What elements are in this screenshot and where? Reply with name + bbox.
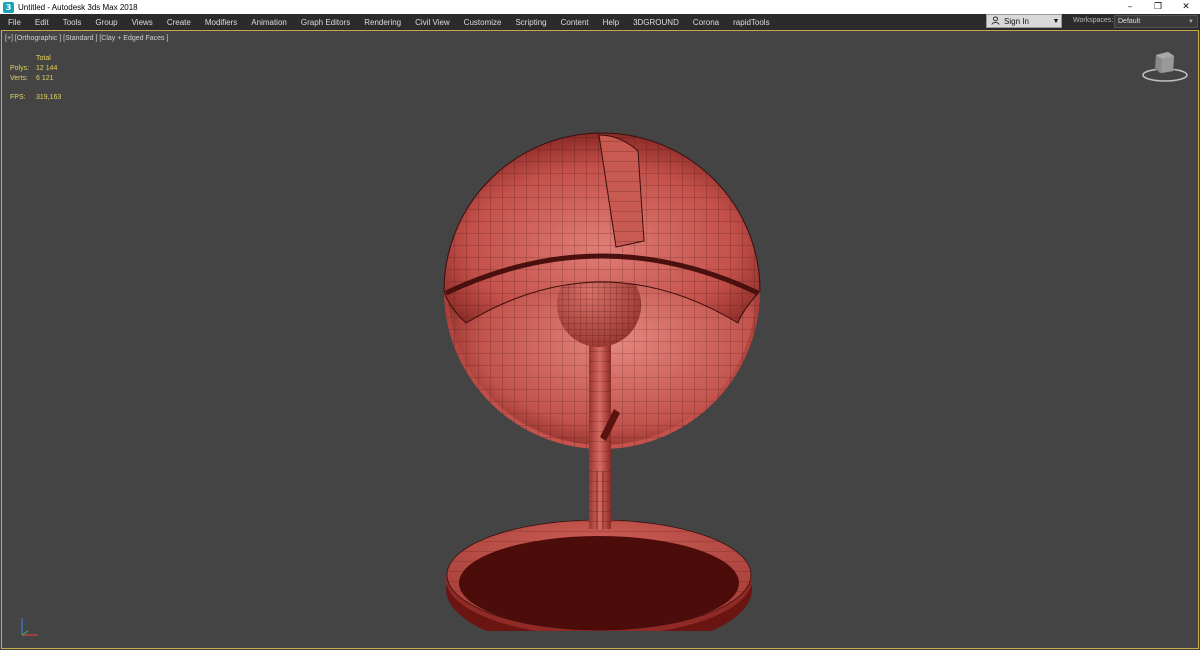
- sign-in-label: Sign In: [1004, 16, 1029, 26]
- stats-verts-label: Verts:: [10, 75, 28, 82]
- workspaces-label: Workspaces:: [1073, 17, 1114, 24]
- menu-item-civil-view[interactable]: Civil View: [408, 18, 457, 27]
- menu-item-rapidtools[interactable]: rapidTools: [726, 18, 776, 27]
- menu-item-scripting[interactable]: Scripting: [508, 18, 553, 27]
- chevron-down-icon: ▼: [1188, 18, 1194, 25]
- minimize-icon: –: [1127, 2, 1133, 12]
- app-icon[interactable]: 3: [3, 1, 14, 13]
- menu-item-content[interactable]: Content: [554, 18, 596, 27]
- viewport-label[interactable]: [+] [Orthographic ] [Standard ] [Clay + …: [5, 35, 168, 42]
- stats-fps-label: FPS:: [10, 94, 26, 101]
- axis-tripod-icon: [21, 618, 38, 636]
- window-title: Untitled - Autodesk 3ds Max 2018: [18, 2, 138, 12]
- stats-header: Total: [36, 55, 51, 62]
- stats-polys-label: Polys:: [10, 65, 30, 72]
- menu-item-help[interactable]: Help: [596, 18, 626, 27]
- menu-item-corona[interactable]: Corona: [686, 18, 726, 27]
- menu-item-customize[interactable]: Customize: [457, 18, 509, 27]
- menu-item-3dground[interactable]: 3DGROUND: [626, 18, 686, 27]
- minimize-button[interactable]: –: [1116, 0, 1144, 14]
- menu-item-edit[interactable]: Edit: [28, 18, 56, 27]
- menu-item-tools[interactable]: Tools: [56, 18, 89, 27]
- workspaces-value: Default: [1118, 18, 1141, 25]
- title-bar: 3 Untitled - Autodesk 3ds Max 2018 – ❐ ✕: [0, 0, 1200, 14]
- stats-polys-row: Polys: 12 144: [10, 64, 57, 74]
- sign-in-dropdown[interactable]: Sign In ▼: [986, 14, 1062, 28]
- restore-button[interactable]: ❐: [1144, 0, 1172, 14]
- viewcube-icon[interactable]: [1140, 49, 1190, 85]
- user-icon: [989, 15, 1001, 27]
- viewport-statistics: Total Polys: 12 144 Verts: 6 121: [10, 54, 57, 84]
- menu-item-modifiers[interactable]: Modifiers: [198, 18, 244, 27]
- close-button[interactable]: ✕: [1172, 0, 1200, 14]
- stats-verts-value: 6 121: [36, 75, 54, 82]
- viewport-perspective[interactable]: [+] [Orthographic ] [Standard ] [Clay + …: [1, 30, 1199, 649]
- stats-fps-value: 319,163: [36, 94, 62, 101]
- restore-icon: ❐: [1153, 2, 1163, 12]
- stats-polys-value: 12 144: [36, 65, 58, 72]
- workspaces-select[interactable]: Default ▼: [1114, 15, 1198, 28]
- chevron-down-icon: ▼: [1052, 17, 1060, 25]
- menu-item-animation[interactable]: Animation: [244, 18, 294, 27]
- lamp-model[interactable]: [442, 101, 762, 631]
- menu-item-graph-editors[interactable]: Graph Editors: [294, 18, 357, 27]
- menu-item-rendering[interactable]: Rendering: [357, 18, 408, 27]
- window-controls: – ❐ ✕: [1116, 0, 1200, 14]
- menu-item-create[interactable]: Create: [160, 18, 198, 27]
- stats-fps-row: FPS: 319,163: [10, 94, 61, 101]
- menu-item-views[interactable]: Views: [125, 18, 160, 27]
- stats-verts-row: Verts: 6 121: [10, 74, 57, 84]
- menu-item-group[interactable]: Group: [88, 18, 124, 27]
- menu-item-file[interactable]: File: [0, 18, 28, 27]
- close-icon: ✕: [1182, 2, 1190, 12]
